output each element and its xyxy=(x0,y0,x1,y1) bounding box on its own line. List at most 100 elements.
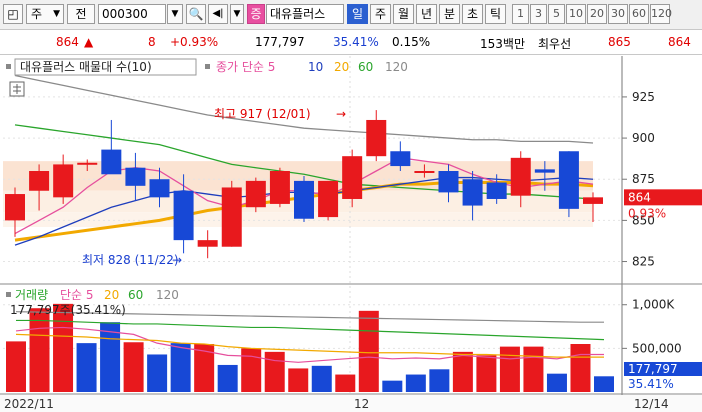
low-arrow-icon: → xyxy=(172,253,182,267)
stock-chart[interactable]: 825850875900925최고 917 (12/01) →최저 828 (11… xyxy=(0,56,702,412)
price-legend-item: 60 xyxy=(358,60,373,74)
period-button-1[interactable]: 주 xyxy=(370,4,391,24)
price-legend-item: 종가 단순 5 xyxy=(216,60,275,74)
interval-button-0[interactable]: 1 xyxy=(512,4,529,24)
change-percent: +0.93% xyxy=(170,35,219,49)
period-button-5[interactable]: 초 xyxy=(462,4,483,24)
price-tick-label: 875 xyxy=(632,172,655,186)
volume-title: 거래량 xyxy=(15,288,48,302)
candle-body[interactable] xyxy=(510,157,531,196)
volume-bar xyxy=(358,310,379,392)
volume-legend-item: 20 xyxy=(104,288,119,302)
chart-title: 대유플러스 매물대 수(10) xyxy=(20,60,152,74)
interval-button-7[interactable]: 120 xyxy=(650,4,672,24)
code-input[interactable]: 000300 xyxy=(98,4,166,24)
period-button-4[interactable]: 분 xyxy=(439,4,460,24)
candle-body[interactable] xyxy=(197,240,218,247)
volume-bar xyxy=(311,365,332,392)
candle-body[interactable] xyxy=(269,171,290,204)
volume-bar xyxy=(429,369,450,392)
volume-bar xyxy=(523,346,544,392)
window-icon[interactable]: ◰ xyxy=(3,4,23,24)
high-annotation: 최고 917 (12/01) xyxy=(214,107,311,121)
price-legend-item: 120 xyxy=(385,60,408,74)
price-tag-percent: 0.93% xyxy=(628,206,666,220)
date-axis-background xyxy=(0,395,702,412)
candle-body[interactable] xyxy=(486,182,507,199)
date-label: 12/14 xyxy=(634,397,669,411)
price-tick-label: 825 xyxy=(632,255,655,269)
price-legend-item: 20 xyxy=(334,60,349,74)
best-label: 최우선 xyxy=(538,37,572,51)
candle-body[interactable] xyxy=(5,194,25,221)
interval-button-5[interactable]: 30 xyxy=(608,4,628,24)
ask-price: 865 xyxy=(608,35,631,49)
volume-bar xyxy=(546,373,567,392)
candle-body[interactable] xyxy=(101,149,122,175)
interval-button-1[interactable]: 3 xyxy=(530,4,547,24)
search-icon[interactable]: 🔍 xyxy=(186,4,206,24)
stock-name-field[interactable]: 대유플러스 xyxy=(266,4,344,24)
volume-label: 177,797주(35.41%) xyxy=(10,303,126,317)
code-dropdown-button[interactable]: ▼ xyxy=(167,4,183,24)
candle-body[interactable] xyxy=(390,151,411,167)
legend-marker xyxy=(6,64,11,69)
type-select-label: 주 xyxy=(31,7,43,21)
volume-bar xyxy=(476,355,497,392)
date-label: 12 xyxy=(354,397,369,411)
tag-label: 증 xyxy=(250,7,262,21)
code-value: 000300 xyxy=(102,7,148,21)
candle-body[interactable] xyxy=(221,187,242,247)
sound-icon[interactable]: ◀| xyxy=(208,4,228,24)
interval-button-3[interactable]: 10 xyxy=(566,4,586,24)
volume-value: 177,797 xyxy=(255,35,305,49)
candle-body[interactable] xyxy=(173,190,194,241)
current-price: 864 xyxy=(56,35,79,49)
candle-body[interactable] xyxy=(558,151,579,209)
volume-bar xyxy=(288,368,309,392)
candle-body[interactable] xyxy=(342,156,363,199)
volume-bar xyxy=(594,376,614,392)
volume-bar xyxy=(335,374,356,392)
period-button-0[interactable]: 일 xyxy=(347,4,368,24)
candle-body[interactable] xyxy=(77,162,98,165)
candle-body[interactable] xyxy=(438,171,459,193)
volume-tick-label: 500,000 xyxy=(632,341,682,355)
volume-legend-item: 60 xyxy=(128,288,143,302)
volume-tag-value: 177,797 xyxy=(628,362,678,376)
volume-bar xyxy=(217,364,238,392)
interval-button-2[interactable]: 5 xyxy=(548,4,565,24)
candle-body[interactable] xyxy=(318,180,339,218)
volume-bar xyxy=(53,303,74,392)
legend-marker xyxy=(6,292,11,297)
period-button-2[interactable]: 월 xyxy=(393,4,414,24)
candle-body[interactable] xyxy=(53,164,74,198)
volume-tick-label: 1,000K xyxy=(632,298,675,312)
interval-button-6[interactable]: 60 xyxy=(629,4,649,24)
quote-bar: 864 ▲ 8 +0.93% 177,797 35.41% 0.15% 153백… xyxy=(0,31,702,55)
interval-button-4[interactable]: 20 xyxy=(587,4,607,24)
volume-bar xyxy=(499,346,520,392)
menu-dropdown-button[interactable]: ▼ xyxy=(230,4,244,24)
candle-body[interactable] xyxy=(149,179,170,198)
candle-body[interactable] xyxy=(583,197,603,204)
period-button-3[interactable]: 년 xyxy=(416,4,437,24)
volume-legend-item: 단순 5 xyxy=(60,288,94,302)
period-button-6[interactable]: 틱 xyxy=(485,4,506,24)
candle-body[interactable] xyxy=(245,180,266,208)
candle-body[interactable] xyxy=(366,119,387,157)
date-label: 2022/11 xyxy=(4,397,54,411)
volume-ratio: 35.41% xyxy=(333,35,379,49)
prev-button[interactable]: 전 xyxy=(67,4,95,24)
stock-name: 대유플러스 xyxy=(270,7,326,21)
trade-amount: 153백만 xyxy=(480,37,525,51)
candle-body[interactable] xyxy=(29,171,50,191)
candle-body[interactable] xyxy=(462,179,483,206)
chevron-down-icon: ▼ xyxy=(53,9,60,19)
candle-body[interactable] xyxy=(125,167,146,186)
candle-body[interactable] xyxy=(294,180,314,219)
candle-body[interactable] xyxy=(534,169,555,173)
type-select[interactable]: 주 ▼ xyxy=(26,4,64,24)
candle-body[interactable] xyxy=(414,171,435,173)
volume-bar xyxy=(405,374,426,392)
